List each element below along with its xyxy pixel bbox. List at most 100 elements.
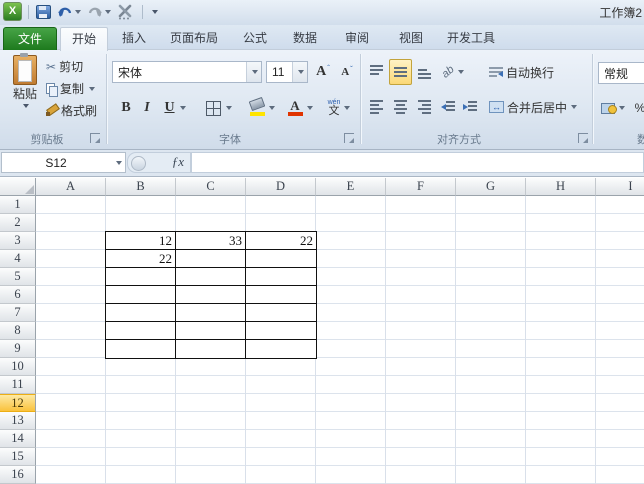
redo-dropdown-icon[interactable] xyxy=(105,9,111,14)
bottom-align-button[interactable] xyxy=(414,60,435,84)
column-header-G[interactable]: G xyxy=(456,178,526,196)
cell-D7[interactable] xyxy=(246,304,316,322)
tab-developer[interactable]: 开发工具 xyxy=(440,27,502,50)
redo-button[interactable] xyxy=(86,3,112,21)
format-painter-button[interactable]: 格式刷 xyxy=(46,102,97,119)
row-header-8[interactable]: 8 xyxy=(0,322,36,340)
column-header-B[interactable]: B xyxy=(106,178,176,196)
cell-D8[interactable] xyxy=(246,322,316,340)
increase-indent-button[interactable] xyxy=(460,95,480,119)
qat-tools-button[interactable] xyxy=(116,3,136,21)
name-box-dropdown[interactable] xyxy=(110,153,125,172)
row-header-5[interactable]: 5 xyxy=(0,268,36,286)
tab-view[interactable]: 视图 xyxy=(388,27,434,50)
bold-button[interactable]: B xyxy=(116,96,136,120)
cell-D6[interactable] xyxy=(246,286,316,304)
cell-D9[interactable] xyxy=(246,340,316,358)
cell-C4[interactable] xyxy=(176,250,246,268)
font-dialog-launcher-icon[interactable] xyxy=(344,133,354,143)
cut-button[interactable]: ✂ 剪切 xyxy=(46,58,83,75)
cell-C9[interactable] xyxy=(176,340,246,358)
merge-center-button[interactable]: ↔ 合并后居中 xyxy=(488,95,592,119)
shrink-font-button[interactable]: Aˇ xyxy=(336,60,358,84)
merge-center-dropdown-icon[interactable] xyxy=(571,105,578,109)
qat-customize-button[interactable] xyxy=(149,3,159,21)
accounting-dropdown-icon[interactable] xyxy=(619,106,625,110)
select-all-button[interactable] xyxy=(0,178,36,196)
cell-D5[interactable] xyxy=(246,268,316,286)
row-header-13[interactable]: 13 xyxy=(0,412,36,430)
row-header-2[interactable]: 2 xyxy=(0,214,36,232)
copy-dropdown-icon[interactable] xyxy=(89,86,96,91)
row-header-4[interactable]: 4 xyxy=(0,250,36,268)
wrap-text-button[interactable]: 自动换行 xyxy=(488,60,586,84)
cell-C6[interactable] xyxy=(176,286,246,304)
cell-B6[interactable] xyxy=(106,286,176,304)
cell-B4[interactable]: 22 xyxy=(106,250,176,268)
font-color-button[interactable]: A xyxy=(282,96,316,120)
column-header-H[interactable]: H xyxy=(526,178,596,196)
number-format-select[interactable]: 常规 xyxy=(598,62,644,84)
tab-data[interactable]: 数据 xyxy=(282,27,328,50)
column-header-A[interactable]: A xyxy=(36,178,106,196)
column-header-I[interactable]: I xyxy=(596,178,644,196)
underline-button[interactable]: U xyxy=(158,96,192,120)
name-box[interactable]: S12 xyxy=(1,152,126,173)
grow-font-button[interactable]: Aˆ xyxy=(312,60,334,84)
font-color-dropdown-icon[interactable] xyxy=(306,106,313,110)
phonetic-dropdown-icon[interactable] xyxy=(344,106,351,110)
cell-C5[interactable] xyxy=(176,268,246,286)
paste-button[interactable]: 粘贴 xyxy=(6,53,44,129)
cell-D3[interactable]: 22 xyxy=(246,232,316,250)
clipboard-dialog-launcher-icon[interactable] xyxy=(90,133,100,143)
tab-file[interactable]: 文件 xyxy=(3,27,57,50)
tab-formulas[interactable]: 公式 xyxy=(232,27,278,50)
font-name-select[interactable]: 宋体 xyxy=(112,61,262,83)
fill-color-dropdown-icon[interactable] xyxy=(268,106,275,110)
cell-C8[interactable] xyxy=(176,322,246,340)
row-header-1[interactable]: 1 xyxy=(0,196,36,214)
save-button[interactable] xyxy=(35,3,52,21)
borders-button[interactable] xyxy=(202,96,236,120)
paste-dropdown-icon[interactable] xyxy=(23,104,29,108)
alignment-dialog-launcher-icon[interactable] xyxy=(578,133,588,143)
row-header-14[interactable]: 14 xyxy=(0,430,36,448)
top-align-button[interactable] xyxy=(366,60,387,84)
row-header-3[interactable]: 3 xyxy=(0,232,36,250)
orientation-dropdown-icon[interactable] xyxy=(457,70,464,74)
cell-D4[interactable] xyxy=(246,250,316,268)
italic-button[interactable]: I xyxy=(138,96,156,120)
phonetic-guide-button[interactable]: wén 文 xyxy=(322,96,356,120)
accounting-format-button[interactable] xyxy=(598,96,628,120)
row-header-6[interactable]: 6 xyxy=(0,286,36,304)
cell-B3[interactable]: 12 xyxy=(106,232,176,250)
formula-input[interactable] xyxy=(191,152,644,173)
borders-dropdown-icon[interactable] xyxy=(226,106,232,110)
align-left-button[interactable] xyxy=(366,95,387,119)
align-right-button[interactable] xyxy=(414,95,435,119)
tab-home[interactable]: 开始 xyxy=(60,27,108,51)
column-header-F[interactable]: F xyxy=(386,178,456,196)
undo-dropdown-icon[interactable] xyxy=(75,9,81,14)
row-header-10[interactable]: 10 xyxy=(0,358,36,376)
middle-align-button[interactable] xyxy=(389,59,412,85)
cell-B8[interactable] xyxy=(106,322,176,340)
column-header-E[interactable]: E xyxy=(316,178,386,196)
column-header-D[interactable]: D xyxy=(246,178,316,196)
cell-B7[interactable] xyxy=(106,304,176,322)
tab-review[interactable]: 审阅 xyxy=(334,27,380,50)
center-button[interactable] xyxy=(389,95,412,119)
cell-grid[interactable]: 12 33 22 22 xyxy=(36,196,644,484)
column-header-C[interactable]: C xyxy=(176,178,246,196)
cell-B9[interactable] xyxy=(106,340,176,358)
orientation-button[interactable]: ab xyxy=(438,60,468,84)
percent-style-button[interactable]: % xyxy=(632,96,644,120)
row-header-16[interactable]: 16 xyxy=(0,466,36,484)
tab-insert[interactable]: 插入 xyxy=(112,27,156,50)
tab-page-layout[interactable]: 页面布局 xyxy=(160,27,228,50)
insert-function-button[interactable]: ƒx xyxy=(172,154,184,170)
cell-B5[interactable] xyxy=(106,268,176,286)
row-header-7[interactable]: 7 xyxy=(0,304,36,322)
underline-dropdown-icon[interactable] xyxy=(179,106,186,110)
font-name-dropdown[interactable] xyxy=(246,62,261,82)
